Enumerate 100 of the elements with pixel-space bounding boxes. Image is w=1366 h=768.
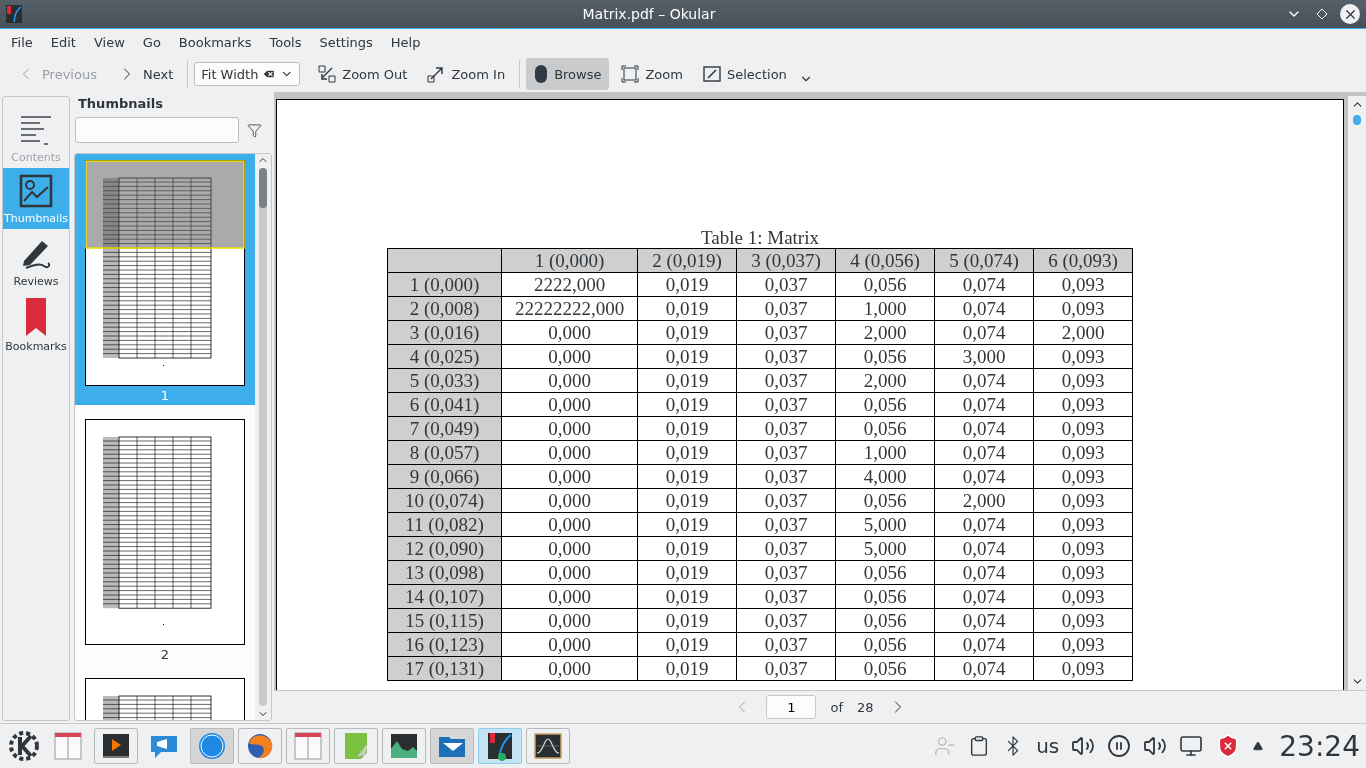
- table-cell: 0,000: [501, 656, 638, 681]
- zoom-combo[interactable]: Fit Width: [194, 62, 301, 86]
- table-cell: 0,056: [835, 608, 935, 633]
- table-cell: 0,056: [835, 344, 935, 369]
- table-cell: 0,019: [637, 440, 737, 465]
- task-button[interactable]: [430, 728, 474, 764]
- table-cell: 0,037: [736, 560, 836, 585]
- table-cell: 0,019: [637, 560, 737, 585]
- table-cell: 0,093: [1033, 512, 1133, 537]
- clock[interactable]: 23:24: [1279, 729, 1360, 763]
- task-button[interactable]: [478, 728, 522, 764]
- table-cell: 0,074: [934, 272, 1034, 297]
- volume-icon[interactable]: [1143, 734, 1168, 758]
- table-cell: 0,074: [934, 560, 1034, 585]
- page-field[interactable]: 1: [766, 695, 817, 719]
- table-cell: 0,074: [934, 392, 1034, 417]
- volume-icon[interactable]: [1071, 734, 1096, 758]
- table-cell: 1,000: [835, 296, 935, 321]
- bookmark-icon: [26, 298, 46, 336]
- table-cell: 0,074: [934, 656, 1034, 681]
- task-button[interactable]: [94, 728, 138, 764]
- browser-icon: [245, 731, 275, 761]
- table-cell: 0,037: [736, 392, 836, 417]
- table-cell: 3,000: [934, 344, 1034, 369]
- pause-icon[interactable]: [1107, 734, 1132, 758]
- clear-icon: [262, 67, 276, 81]
- menu-item[interactable]: Tools: [260, 35, 311, 50]
- table-cell: 0,000: [501, 368, 638, 393]
- table-cell: 4,000: [835, 464, 935, 489]
- table-cell: 0,037: [736, 368, 836, 393]
- system-monitor-icon: [389, 731, 419, 761]
- sidebar-tab[interactable]: Reviews: [3, 229, 69, 292]
- table-cell: 0,074: [934, 512, 1034, 537]
- table-cell: 0,019: [637, 608, 737, 633]
- window-icon: [293, 731, 323, 761]
- close-button[interactable]: [1340, 4, 1360, 24]
- mode-button[interactable]: Browse: [526, 58, 610, 90]
- expand-icon[interactable]: [1253, 741, 1264, 751]
- table-cell: 0,093: [1033, 536, 1133, 561]
- sidebar-tab[interactable]: Bookmarks: [3, 292, 69, 357]
- search-field[interactable]: [75, 117, 239, 143]
- table-cell: 0,000: [501, 560, 638, 585]
- zoom-out-button[interactable]: Zoom Out: [310, 58, 416, 90]
- table-cell: 0,019: [637, 296, 737, 321]
- table-cell: 0,019: [637, 320, 737, 345]
- menu-item[interactable]: View: [84, 35, 134, 50]
- table-cell: 0,019: [637, 632, 737, 657]
- table-cell: 0,037: [736, 656, 836, 681]
- table-cell: 2,000: [835, 368, 935, 393]
- table-cell: 0,056: [835, 560, 935, 585]
- mode-button[interactable]: Zoom: [613, 58, 691, 90]
- scroll-thumb[interactable]: [259, 168, 267, 208]
- mode-button[interactable]: Selection: [694, 58, 795, 90]
- launcher-icon[interactable]: [6, 728, 42, 764]
- window-title: Matrix.pdf – Okular: [581, 6, 717, 22]
- task-button[interactable]: [382, 728, 426, 764]
- table-cell: 0,037: [736, 632, 836, 657]
- table-cell: 0,093: [1033, 584, 1133, 609]
- table-cell: 0,074: [934, 608, 1034, 633]
- row-header-cell: 3 (0,016): [387, 320, 502, 345]
- task-button[interactable]: [238, 728, 282, 764]
- row-header-cell: 15 (0,115): [387, 608, 502, 633]
- menu-item[interactable]: Bookmarks: [169, 35, 261, 50]
- filter-icon[interactable]: [247, 122, 262, 138]
- table-cell: 0,019: [637, 584, 737, 609]
- menu-item[interactable]: Help: [381, 35, 430, 50]
- network-icon[interactable]: [1179, 734, 1204, 758]
- mouse-icon: [534, 64, 549, 84]
- keyboard-layout[interactable]: us: [1036, 734, 1060, 758]
- table-cell: 0,000: [501, 416, 638, 441]
- thumbnail-item[interactable]: 2: [75, 413, 255, 664]
- next-button[interactable]: Next: [108, 58, 182, 90]
- zoom-out-icon: [318, 65, 337, 83]
- row-header-cell: 11 (0,082): [387, 512, 502, 537]
- table-cell: 0,037: [736, 584, 836, 609]
- task-button[interactable]: [526, 728, 570, 764]
- row-header-cell: 13 (0,098): [387, 560, 502, 585]
- row-header-cell: 7 (0,049): [387, 416, 502, 441]
- table-cell: 0,000: [501, 632, 638, 657]
- table-cell: 0,000: [501, 392, 638, 417]
- table-cell: 0,000: [501, 464, 638, 489]
- page-number: 1: [160, 387, 170, 403]
- table-cell: 0,037: [736, 536, 836, 561]
- scrollbar[interactable]: [1348, 96, 1366, 690]
- table-cell: 0,074: [934, 536, 1034, 561]
- table-cell: 0,019: [637, 392, 737, 417]
- app-icon: [6, 5, 22, 23]
- menu-item[interactable]: File: [2, 35, 42, 50]
- row-header-cell: 12 (0,090): [387, 536, 502, 561]
- menu-item[interactable]: Settings: [310, 35, 382, 50]
- scrollbar[interactable]: [255, 154, 271, 720]
- page-of-label: of: [830, 699, 843, 715]
- zoom-in-button[interactable]: Zoom In: [419, 58, 514, 90]
- table-header-cell: 3 (0,037): [736, 248, 836, 273]
- scroll-thumb[interactable]: [1353, 115, 1361, 125]
- table-cell: 1,000: [835, 440, 935, 465]
- document-viewer-icon: [485, 731, 515, 761]
- menu-item[interactable]: Edit: [41, 35, 85, 50]
- menu-item[interactable]: Go: [133, 35, 170, 50]
- table-cell: 2,000: [835, 320, 935, 345]
